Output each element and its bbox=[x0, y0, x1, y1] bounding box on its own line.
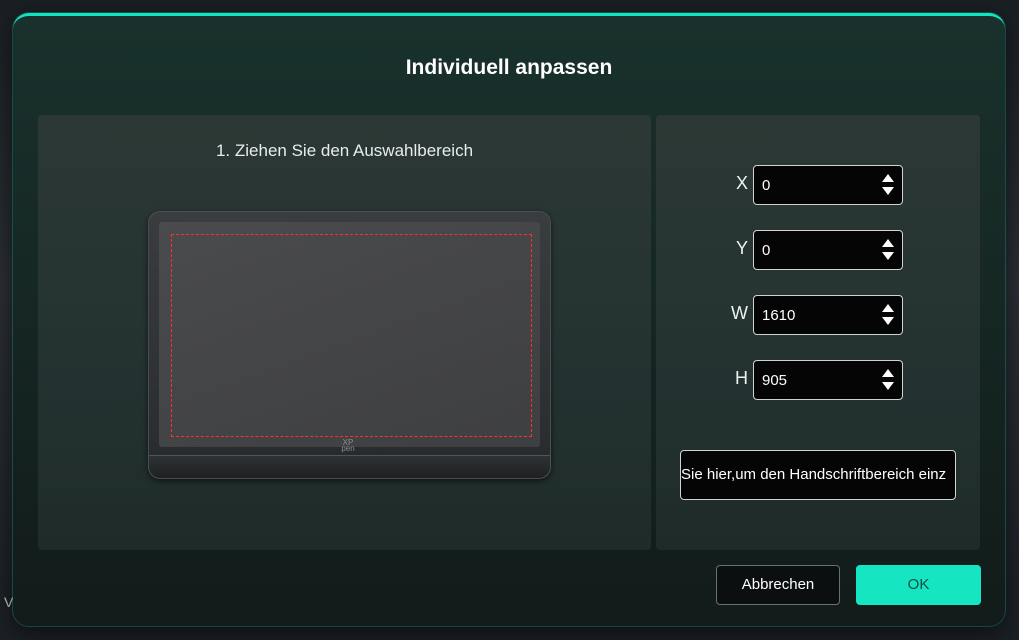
y-label: Y bbox=[735, 238, 748, 258]
decrement-icon[interactable] bbox=[882, 382, 894, 390]
background-partial-text: V bbox=[4, 594, 14, 610]
w-spinbox[interactable]: 1610 bbox=[753, 295, 903, 335]
x-spin-arrows[interactable] bbox=[882, 173, 894, 197]
h-spin-arrows[interactable] bbox=[882, 368, 894, 392]
h-label: H bbox=[735, 368, 748, 388]
h-value[interactable]: 905 bbox=[762, 372, 787, 389]
y-value[interactable]: 0 bbox=[762, 242, 770, 259]
h-spinbox[interactable]: 905 bbox=[753, 360, 903, 400]
field-h: H 905 bbox=[716, 360, 916, 400]
w-value[interactable]: 1610 bbox=[762, 307, 795, 324]
decrement-icon[interactable] bbox=[882, 252, 894, 260]
x-value[interactable]: 0 bbox=[762, 177, 770, 194]
tablet-bezel-bottom bbox=[149, 455, 550, 478]
decrement-icon[interactable] bbox=[882, 187, 894, 195]
handwriting-area-button[interactable]: Sie hier,um den Handschriftbereich einz bbox=[680, 450, 956, 500]
w-spin-arrows[interactable] bbox=[882, 303, 894, 327]
y-spin-arrows[interactable] bbox=[882, 238, 894, 262]
xppen-logo-icon: XP pen bbox=[341, 438, 355, 453]
ok-button[interactable]: OK bbox=[856, 565, 981, 605]
cancel-button[interactable]: Abbrechen bbox=[716, 565, 840, 605]
w-label: W bbox=[731, 303, 748, 323]
area-preview-panel: 1. Ziehen Sie den Auswahlbereich XP pen bbox=[38, 115, 651, 550]
x-label: X bbox=[735, 173, 748, 193]
drag-instruction: 1. Ziehen Sie den Auswahlbereich bbox=[215, 141, 474, 160]
increment-icon[interactable] bbox=[882, 174, 894, 182]
y-spinbox[interactable]: 0 bbox=[753, 230, 903, 270]
x-spinbox[interactable]: 0 bbox=[753, 165, 903, 205]
decrement-icon[interactable] bbox=[882, 317, 894, 325]
increment-icon[interactable] bbox=[882, 369, 894, 377]
field-w: W 1610 bbox=[716, 295, 916, 335]
increment-icon[interactable] bbox=[882, 304, 894, 312]
custom-area-dialog: Individuell anpassen 1. Ziehen Sie den A… bbox=[13, 13, 1005, 626]
selection-area[interactable] bbox=[171, 234, 532, 437]
dialog-title: Individuell anpassen bbox=[405, 56, 613, 79]
coordinates-panel: X 0 Y 0 W 1610 H 905 Sie hier,um den Han… bbox=[656, 115, 980, 550]
increment-icon[interactable] bbox=[882, 239, 894, 247]
field-y: Y 0 bbox=[716, 230, 916, 270]
field-x: X 0 bbox=[716, 165, 916, 205]
tablet-preview: XP pen bbox=[148, 211, 551, 479]
